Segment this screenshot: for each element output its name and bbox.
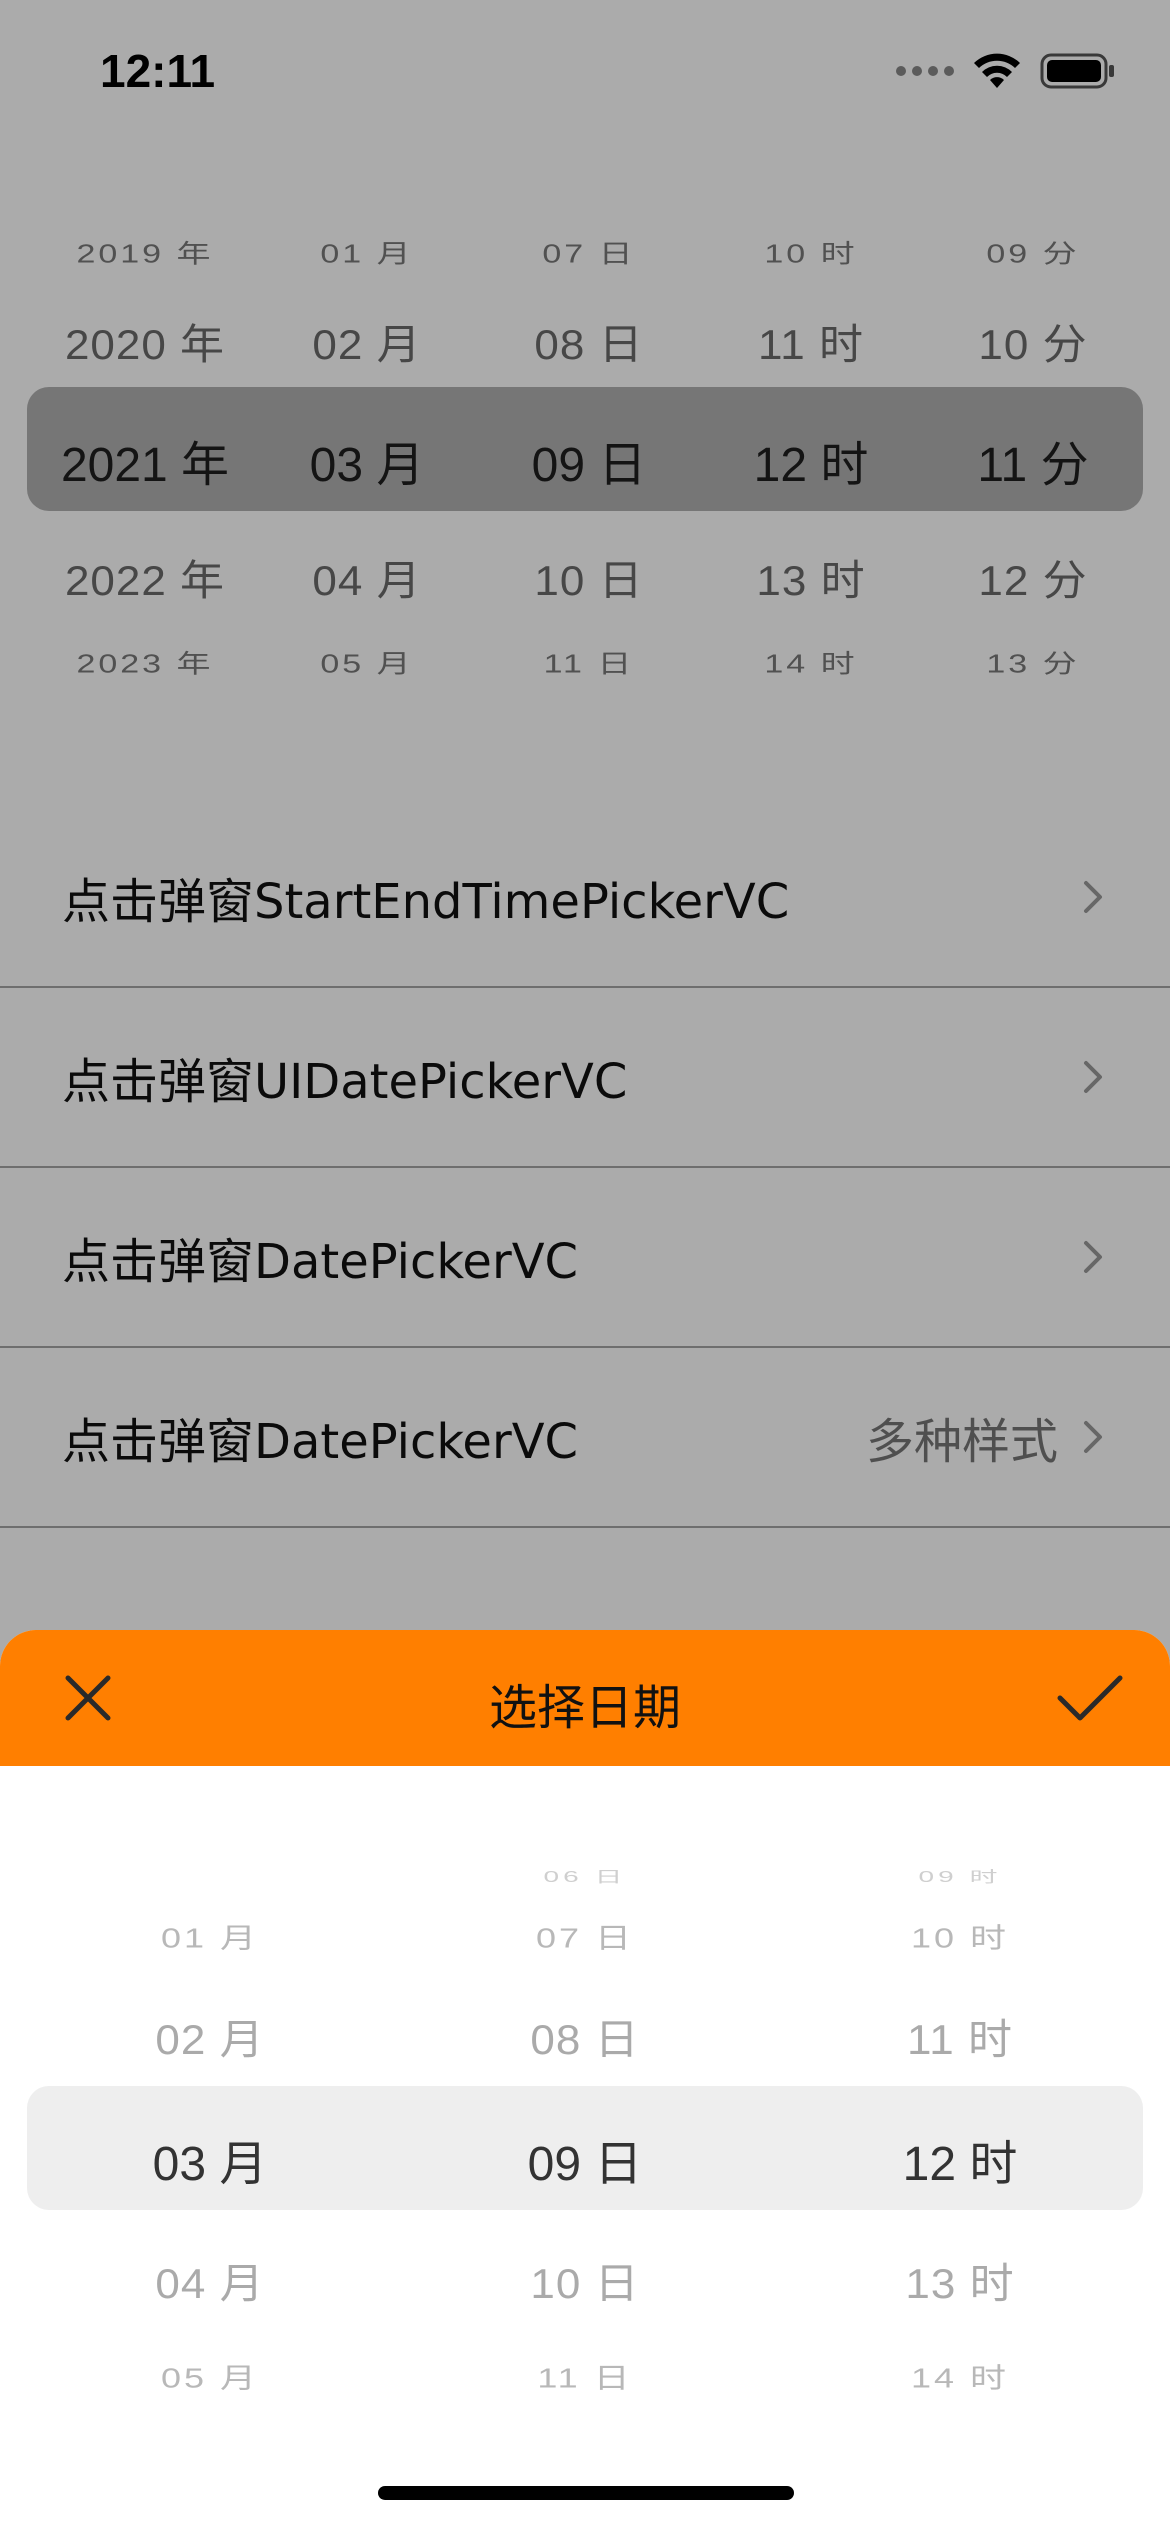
picker-item[interactable]: 11 时	[855, 2006, 1065, 2067]
cellular-signal-icon	[896, 66, 954, 76]
sheet-header: 选择日期	[0, 1630, 1170, 1766]
picker-column-year[interactable]: 2019 年 2020 年 2021 年 2022 年 2023 年	[40, 180, 250, 710]
chevron-right-icon	[1084, 881, 1102, 913]
picker-item[interactable]: 11 日	[484, 643, 694, 680]
picker-item[interactable]: 13 分	[928, 643, 1138, 680]
picker-item[interactable]: 2022 年	[40, 547, 250, 608]
chevron-right-icon	[1084, 1421, 1102, 1453]
picker-item[interactable]: 08 日	[480, 2006, 690, 2067]
picker-item[interactable]: 04 月	[105, 2250, 315, 2311]
picker-column-minute[interactable]: 09 分 10 分 11 分 12 分 13 分	[928, 180, 1138, 710]
picker-item[interactable]: 02 月	[262, 311, 472, 372]
menu-list: 点击弹窗StartEndTimePickerVC 点击弹窗UIDatePicke…	[0, 808, 1170, 1528]
picker-item[interactable]: 10 分	[928, 311, 1138, 372]
picker-item[interactable]: 07 日	[480, 1916, 690, 1957]
list-row-datepicker[interactable]: 点击弹窗DatePickerVC	[0, 1168, 1170, 1348]
picker-column-day[interactable]: 07 日 08 日 09 日 10 日 11 日	[484, 180, 694, 710]
row-title: 点击弹窗UIDatePickerVC	[62, 1054, 628, 1110]
wifi-icon	[974, 53, 1020, 88]
picker-column-hour[interactable]: 09 时10 时11 时12 时13 时14 时15 时	[855, 1840, 1065, 2400]
picker-item[interactable]: 04 月	[262, 547, 472, 608]
picker-item[interactable]: 14 时	[855, 2356, 1065, 2397]
picker-item[interactable]: 05 月	[105, 2356, 315, 2397]
picker-item[interactable]: 10 时	[706, 233, 916, 270]
picker-item[interactable]: 2020 年	[40, 311, 250, 372]
picker-column-month[interactable]: 01 月 02 月 03 月 04 月 05 月	[262, 180, 472, 710]
picker-item[interactable]: 09 时	[855, 1865, 1065, 1887]
checkmark-icon[interactable]	[1054, 1666, 1126, 1730]
picker-item[interactable]: 10 日	[480, 2250, 690, 2311]
row-detail: 多种样式	[865, 1414, 1058, 1470]
picker-selected-item[interactable]: 2021 年	[40, 425, 250, 495]
picker-column-month[interactable]: 01 月02 月03 月04 月05 月06 月	[105, 1840, 315, 2400]
picker-item[interactable]: 11 日	[480, 2356, 690, 2397]
chevron-right-icon	[1084, 1061, 1102, 1093]
battery-icon	[1040, 53, 1114, 89]
picker-item[interactable]: 2019 年	[40, 233, 250, 270]
status-bar: 12:11	[0, 0, 1170, 150]
list-row-datepicker-styles[interactable]: 点击弹窗DatePickerVC 多种样式	[0, 1348, 1170, 1528]
picker-selected-item[interactable]: 09 日	[480, 2124, 690, 2194]
picker-selected-item[interactable]: 12 时	[855, 2124, 1065, 2194]
picker-item[interactable]: 12 分	[928, 547, 1138, 608]
picker-item[interactable]: 2023 年	[40, 643, 250, 680]
date-picker-sheet: 选择日期 01 月02 月03 月04 月05 月06 月06 日07 日08 …	[0, 1630, 1170, 2532]
picker-item[interactable]: 01 月	[262, 233, 472, 270]
picker-item[interactable]: 13 时	[855, 2250, 1065, 2311]
picker-selected-item[interactable]: 03 月	[262, 425, 472, 495]
background-date-picker[interactable]: 2019 年 2020 年 2021 年 2022 年 2023 年 01 月 02 月 03…	[0, 180, 1170, 710]
picker-item[interactable]: 01 月	[105, 1916, 315, 1957]
picker-selected-item[interactable]: 09 日	[484, 425, 694, 495]
chevron-right-icon	[1084, 1241, 1102, 1273]
picker-selected-item[interactable]: 12 时	[706, 425, 916, 495]
picker-item[interactable]: 02 月	[105, 2006, 315, 2067]
status-icons	[896, 52, 1116, 90]
picker-item[interactable]: 14 时	[706, 643, 916, 680]
picker-column-day[interactable]: 06 日07 日08 日09 日10 日11 日12 日	[480, 1840, 690, 2400]
picker-item[interactable]: 13 时	[706, 547, 916, 608]
date-picker-wheel[interactable]: 01 月02 月03 月04 月05 月06 月06 日07 日08 日09 日…	[0, 1840, 1170, 2400]
picker-item[interactable]: 09 分	[928, 233, 1138, 270]
picker-item[interactable]: 10 时	[855, 1916, 1065, 1957]
picker-item[interactable]: 11 时	[706, 311, 916, 372]
home-indicator	[378, 2486, 794, 2500]
picker-selected-item[interactable]: 03 月	[105, 2124, 315, 2194]
row-title: 点击弹窗StartEndTimePickerVC	[62, 874, 790, 930]
sheet-title: 选择日期	[488, 1680, 681, 1736]
picker-item[interactable]: 08 日	[484, 311, 694, 372]
list-row-uidatepicker[interactable]: 点击弹窗UIDatePickerVC	[0, 988, 1170, 1168]
picker-item[interactable]: 06 日	[480, 1865, 690, 1887]
row-title: 点击弹窗DatePickerVC	[62, 1234, 579, 1290]
picker-column-hour[interactable]: 10 时 11 时 12 时 13 时 14 时	[706, 180, 916, 710]
picker-item[interactable]: 10 日	[484, 547, 694, 608]
picker-selected-item[interactable]: 11 分	[928, 425, 1138, 495]
picker-item[interactable]: 07 日	[484, 233, 694, 270]
list-row-start-end-time-picker[interactable]: 点击弹窗StartEndTimePickerVC	[0, 808, 1170, 988]
status-time: 12:11	[100, 45, 216, 97]
picker-item[interactable]: 05 月	[262, 643, 472, 680]
row-title: 点击弹窗DatePickerVC	[62, 1414, 579, 1470]
